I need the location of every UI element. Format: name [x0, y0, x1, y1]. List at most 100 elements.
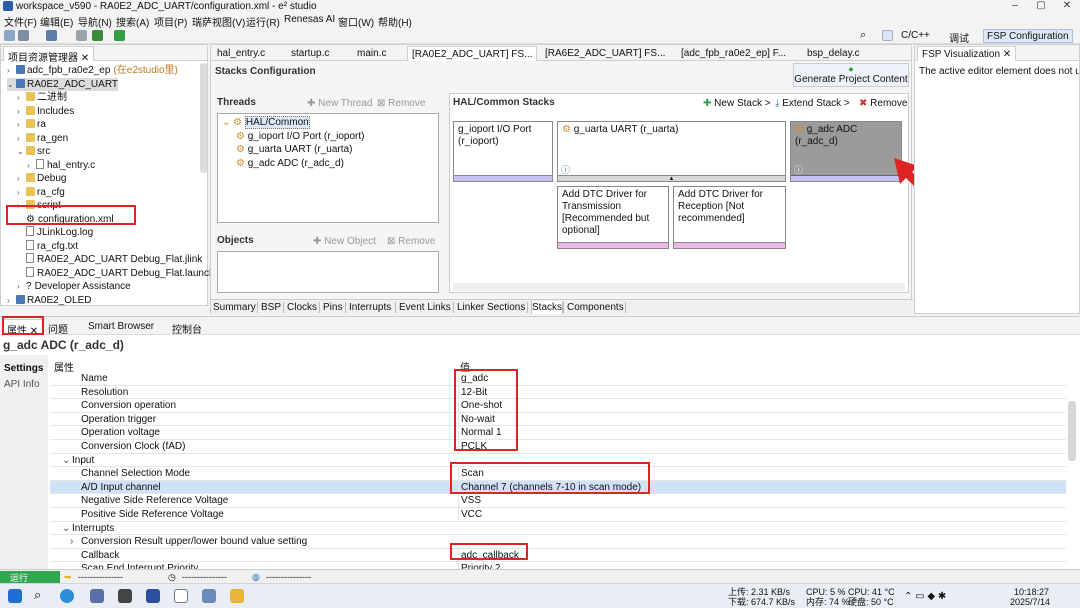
property-row[interactable]: Operation trigger No-wait: [50, 412, 1066, 427]
explorer-item[interactable]: › hal_entry.c: [27, 158, 95, 172]
tab-startup[interactable]: startup.c: [287, 46, 333, 61]
config-tab[interactable]: Pins: [323, 301, 342, 314]
stack-adc-selected[interactable]: ⚙ g_adc ADC (r_adc_d) ⓘ: [790, 121, 902, 182]
new-thread-button[interactable]: ✚ New Thread: [307, 98, 372, 109]
perspective-fsp[interactable]: FSP Configuration: [983, 29, 1073, 43]
explorer-item[interactable]: RA0E2_ADC_UART Debug_Flat.jlink: [17, 253, 202, 266]
explorer-item[interactable]: › RA0E2_OLED: [7, 294, 91, 307]
perspective-cpp[interactable]: C/C++: [898, 29, 933, 43]
app-icon-3[interactable]: [118, 589, 132, 603]
menu-window[interactable]: 窗口(W): [338, 14, 374, 29]
explorer-item[interactable]: › ra_gen: [17, 132, 68, 145]
explorer-item[interactable]: › adc_fpb_ra0e2_ep (在e2studio里): [7, 64, 178, 77]
remove-object-button[interactable]: ⊠ Remove: [387, 236, 435, 247]
property-value[interactable]: VCC: [458, 508, 482, 522]
expand-icon[interactable]: ›: [17, 118, 26, 131]
tray-icons[interactable]: ⌃ ▭ ◆ ✱: [904, 591, 946, 602]
menu-run[interactable]: 运行(R): [246, 14, 280, 29]
menu-search[interactable]: 搜索(A): [116, 14, 149, 29]
extend-stack-button[interactable]: ⤓ Extend Stack >: [775, 98, 850, 109]
api-info-tab[interactable]: API Info: [4, 379, 40, 390]
open-perspective-icon[interactable]: [882, 30, 893, 41]
explorer-item[interactable]: › Debug: [17, 172, 66, 185]
remove-thread-button[interactable]: ⊠ Remove: [377, 98, 425, 109]
tab-ra6e2-fsp[interactable]: [RA6E2_ADC_UART] FS...: [541, 46, 669, 61]
config-tab[interactable]: Linker Sections: [457, 301, 525, 314]
menu-renesas-views[interactable]: 瑞萨视图(V): [192, 14, 245, 29]
explorer-item[interactable]: ra_cfg.txt: [17, 239, 78, 253]
property-row[interactable]: Name g_adc: [50, 372, 1066, 386]
edge-icon[interactable]: [60, 589, 74, 603]
config-tab[interactable]: BSP: [261, 301, 281, 314]
expand-icon[interactable]: ›: [17, 280, 26, 293]
build-icon[interactable]: [46, 30, 57, 41]
search-icon[interactable]: ⌕: [860, 29, 866, 42]
config-tab[interactable]: Components: [567, 301, 624, 314]
menu-project[interactable]: 项目(P): [154, 14, 187, 29]
property-row[interactable]: Conversion Clock (fAD) PCLK: [50, 440, 1066, 454]
properties-scrollbar[interactable]: [1068, 401, 1076, 461]
remove-stack-button[interactable]: ✖ Remove: [859, 98, 907, 109]
explorer-item[interactable]: › ra_cfg: [17, 186, 65, 199]
tab-bsp-delay[interactable]: bsp_delay.c: [803, 46, 864, 61]
explorer-item[interactable]: ⌄ RA0E2_ADC_UART: [7, 77, 118, 91]
stack-dtc-tx[interactable]: Add DTC Driver for Transmission [Recomme…: [557, 186, 669, 249]
config-tab[interactable]: Clocks: [287, 301, 317, 314]
expand-icon[interactable]: ⌄: [62, 454, 70, 468]
windows-start-icon[interactable]: [8, 589, 22, 603]
expand-icon[interactable]: ⌄: [17, 145, 26, 158]
tab-project-explorer[interactable]: 项目资源管理器 ✕: [3, 46, 95, 64]
expand-icon[interactable]: ›: [17, 91, 26, 104]
save-icon[interactable]: [18, 30, 29, 41]
property-row[interactable]: ⌄ Interrupts: [50, 522, 1066, 536]
explorer-item[interactable]: › Includes: [17, 105, 74, 118]
property-row[interactable]: Conversion operation One-shot: [50, 399, 1066, 413]
stack-ioport[interactable]: g_ioport I/O Port (r_ioport): [453, 121, 553, 182]
property-value[interactable]: VSS: [458, 494, 481, 508]
menu-file[interactable]: 文件(F): [4, 14, 37, 29]
expand-icon[interactable]: ›: [7, 294, 16, 307]
property-row[interactable]: › Conversion Result upper/lower bound val…: [50, 535, 1066, 549]
stacks-hscrollbar[interactable]: [453, 283, 905, 291]
explorer-item[interactable]: JLinkLog.log: [17, 226, 93, 239]
tab-problems[interactable]: 问题: [44, 319, 72, 336]
expand-icon[interactable]: ⌄: [7, 78, 16, 91]
tab-smart-browser[interactable]: Smart Browser: [84, 319, 158, 334]
tab-main[interactable]: main.c: [353, 46, 390, 61]
explorer-item[interactable]: ⌄ src: [17, 145, 50, 158]
property-row[interactable]: Resolution 12-Bit: [50, 385, 1066, 400]
menu-edit[interactable]: 编辑(E): [40, 14, 73, 29]
tab-adc-fpb-fsp[interactable]: [adc_fpb_ra0e2_ep] F...: [677, 46, 790, 61]
thread-tree-item[interactable]: ⌄ ⚙ HAL/Common: [222, 116, 310, 129]
search-icon-taskbar[interactable]: ⌕: [34, 587, 41, 603]
tab-hal-entry[interactable]: hal_entry.c: [213, 46, 269, 61]
thread-tree-item[interactable]: ⚙ g_adc ADC (r_adc_d): [236, 157, 344, 170]
config-tab[interactable]: Event Links: [399, 301, 451, 314]
new-icon[interactable]: [4, 30, 15, 41]
expand-icon[interactable]: ›: [17, 172, 26, 185]
app-icon-2[interactable]: [90, 589, 104, 603]
stack-uarta-collapse[interactable]: ▲: [558, 175, 785, 182]
menu-navigate[interactable]: 导航(N): [78, 14, 112, 29]
generate-project-content-button[interactable]: ● Generate Project Content: [793, 63, 909, 87]
folder-icon[interactable]: [230, 589, 244, 603]
minimize-button[interactable]: –: [1004, 0, 1026, 13]
explorer-item[interactable]: › ra: [17, 118, 46, 131]
expand-icon[interactable]: ›: [17, 186, 26, 199]
config-tab[interactable]: Interrupts: [349, 301, 391, 314]
close-button[interactable]: ✕: [1056, 0, 1078, 13]
config-tab[interactable]: Stacks: [531, 301, 564, 314]
config-tab[interactable]: Summary: [213, 301, 256, 314]
new-object-button[interactable]: ✚ New Object: [313, 236, 376, 247]
explorer-item[interactable]: ›? Developer Assistance: [17, 280, 131, 293]
expand-icon[interactable]: ›: [17, 132, 26, 145]
menu-renesas-ai[interactable]: Renesas AI: [284, 14, 335, 25]
thread-tree-item[interactable]: ⚙ g_ioport I/O Port (r_ioport): [236, 130, 364, 143]
app-icon-6[interactable]: [202, 589, 216, 603]
explorer-item[interactable]: › 二进制: [17, 91, 67, 104]
stack-dtc-rx[interactable]: Add DTC Driver for Reception [Not recomm…: [673, 186, 786, 249]
explorer-item[interactable]: RA0E2_ADC_UART Debug_Flat.launch: [17, 266, 215, 280]
new-stack-button[interactable]: ✚ New Stack >: [703, 98, 771, 109]
menu-help[interactable]: 帮助(H): [378, 14, 412, 29]
tab-ra0e2-fsp[interactable]: [RA0E2_ADC_UART] FS...: [407, 46, 538, 61]
